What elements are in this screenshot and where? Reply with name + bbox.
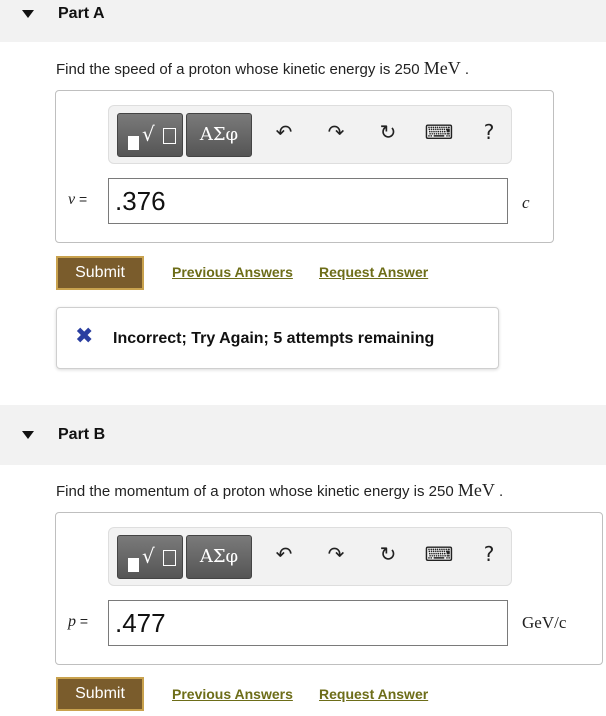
reset-icon[interactable]: ↻ xyxy=(373,542,403,566)
previous-answers-link[interactable]: Previous Answers xyxy=(172,264,293,280)
part-a-header[interactable]: Part A xyxy=(0,0,606,42)
answer-input[interactable]: .477 xyxy=(108,600,508,646)
box-icon xyxy=(163,128,176,144)
submit-button[interactable]: Submit xyxy=(56,677,144,711)
math-toolbar: √ ΑΣφ ↶ ↷ ↻ ⌨ ? xyxy=(108,105,512,164)
x-icon: ✖ xyxy=(75,324,94,349)
question-text: Find the momentum of a proton whose kine… xyxy=(56,483,458,500)
request-answer-link[interactable]: Request Answer xyxy=(319,686,428,702)
part-a-question: Find the speed of a proton whose kinetic… xyxy=(56,58,469,79)
symbols-button[interactable]: ΑΣφ xyxy=(186,113,252,157)
help-icon[interactable]: ? xyxy=(474,120,504,144)
feedback-text: Incorrect; Try Again; 5 attempts remaini… xyxy=(113,330,435,347)
math-toolbar: √ ΑΣφ ↶ ↷ ↻ ⌨ ? xyxy=(108,527,512,586)
templates-icon xyxy=(128,136,139,150)
caret-down-icon[interactable] xyxy=(22,431,34,439)
help-icon[interactable]: ? xyxy=(474,542,504,566)
equals-sign: = xyxy=(76,613,89,629)
part-a-answer-box: √ ΑΣφ ↶ ↷ ↻ ⌨ ? v = .376 c xyxy=(55,90,554,243)
keyboard-icon[interactable]: ⌨ xyxy=(424,542,454,566)
question-unit: MeV xyxy=(457,480,495,500)
previous-answers-link[interactable]: Previous Answers xyxy=(172,686,293,702)
submit-button[interactable]: Submit xyxy=(56,256,144,290)
variable-symbol: p xyxy=(68,613,76,630)
keyboard-icon[interactable]: ⌨ xyxy=(424,120,454,144)
undo-icon[interactable]: ↶ xyxy=(269,542,299,566)
request-answer-link[interactable]: Request Answer xyxy=(319,264,428,280)
redo-icon[interactable]: ↷ xyxy=(321,542,351,566)
part-a-title: Part A xyxy=(58,5,105,22)
undo-icon[interactable]: ↶ xyxy=(269,120,299,144)
question-suffix: . xyxy=(460,61,470,78)
radical-icon: √ xyxy=(142,544,155,568)
templates-button[interactable]: √ xyxy=(117,113,183,157)
question-suffix: . xyxy=(494,483,504,500)
answer-unit: GeV/c xyxy=(522,613,567,632)
redo-icon[interactable]: ↷ xyxy=(321,120,351,144)
part-b-answer-box: √ ΑΣφ ↶ ↷ ↻ ⌨ ? p = .477 GeV/c xyxy=(55,512,603,665)
reset-icon[interactable]: ↻ xyxy=(373,120,403,144)
variable-label: v = xyxy=(68,191,87,209)
feedback-message: ✖ Incorrect; Try Again; 5 attempts remai… xyxy=(56,307,499,369)
part-b-title: Part B xyxy=(58,426,106,443)
caret-down-icon[interactable] xyxy=(22,10,34,18)
box-icon xyxy=(163,550,176,566)
equals-sign: = xyxy=(75,191,88,207)
answer-unit: c xyxy=(522,193,530,212)
symbols-button[interactable]: ΑΣφ xyxy=(186,535,252,579)
radical-icon: √ xyxy=(142,122,155,146)
templates-button[interactable]: √ xyxy=(117,535,183,579)
part-b-header[interactable]: Part B xyxy=(0,405,606,465)
answer-input[interactable]: .376 xyxy=(108,178,508,224)
templates-icon xyxy=(128,558,139,572)
variable-label: p = xyxy=(68,613,88,631)
question-text: Find the speed of a proton whose kinetic… xyxy=(56,61,424,78)
part-b-question: Find the momentum of a proton whose kine… xyxy=(56,480,503,501)
question-unit: MeV xyxy=(423,58,461,78)
